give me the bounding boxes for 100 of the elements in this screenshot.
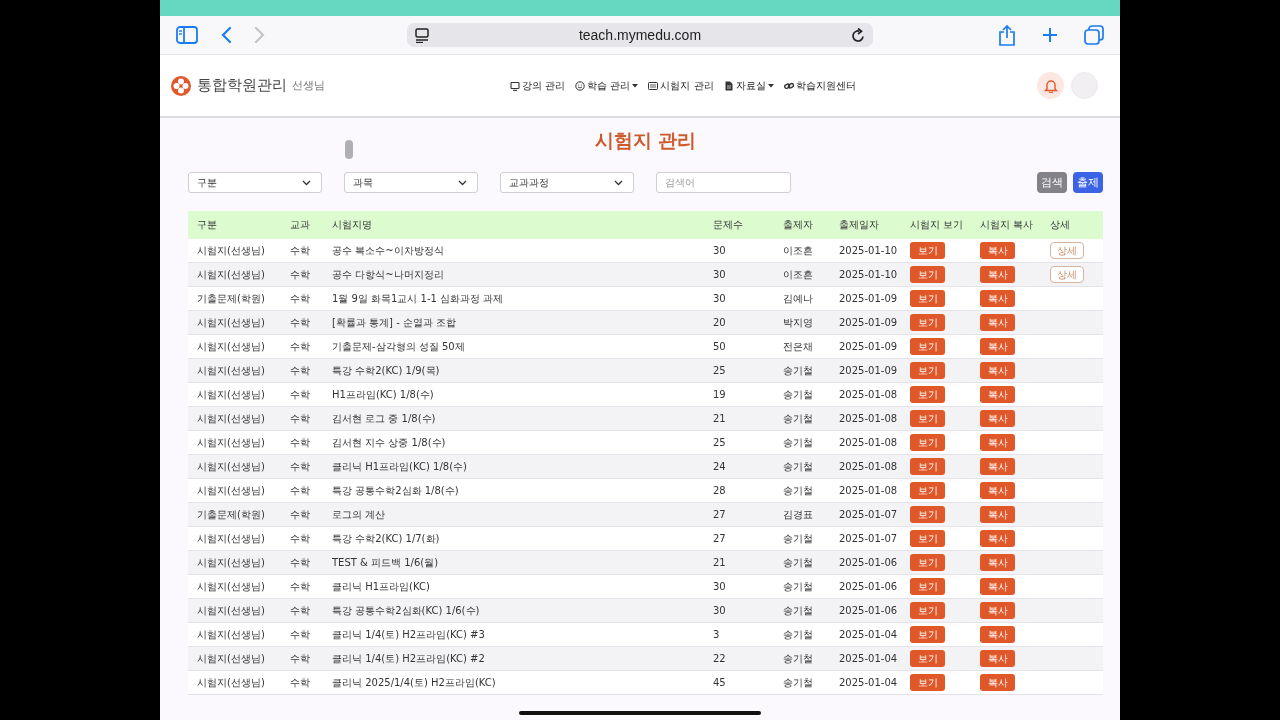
table-cell: 송기철 (783, 604, 813, 616)
view-button[interactable]: 보기 (910, 578, 945, 595)
notification-button[interactable] (1037, 72, 1064, 99)
column-header: 시험지 복사 (971, 211, 1041, 239)
plus-icon[interactable] (1042, 27, 1058, 43)
copy-button[interactable]: 복사 (980, 242, 1015, 259)
view-button[interactable]: 보기 (910, 530, 945, 547)
table-cell: 3 (713, 629, 720, 640)
table-cell: 20 (713, 317, 726, 328)
search-field[interactable]: 검색어 (656, 172, 791, 193)
table-cell: 수학 (290, 436, 310, 448)
reload-icon[interactable] (851, 27, 865, 43)
view-button[interactable]: 보기 (910, 602, 945, 619)
nav-menu-item[interactable]: 시험지 관리 (648, 78, 714, 93)
table-cell: 수학 (290, 484, 310, 496)
table-cell: 1월 9일 화목1교시 1-1 심화과정 과제 (332, 292, 504, 304)
nav-menu-item[interactable]: 학습지원센터 (783, 78, 856, 93)
copy-button[interactable]: 복사 (980, 386, 1015, 403)
view-button[interactable]: 보기 (910, 650, 945, 667)
copy-button[interactable]: 복사 (980, 482, 1015, 499)
column-header: 구분 (188, 211, 281, 239)
table-cell: 송기철 (783, 580, 813, 592)
reader-icon[interactable] (415, 27, 429, 43)
table-cell: 클리닉 H1프라임(KC) 1/8(수) (332, 460, 467, 472)
view-button[interactable]: 보기 (910, 506, 945, 523)
view-button[interactable]: 보기 (910, 674, 945, 691)
table-cell: 기출문제(학원) (197, 508, 265, 520)
table-cell: 21 (713, 557, 726, 568)
view-button[interactable]: 보기 (910, 626, 945, 643)
table-cell: 시험지(선생님) (197, 484, 265, 496)
table-cell: 특강 수학2(KC) 1/9(목) (332, 364, 440, 376)
copy-button[interactable]: 복사 (980, 338, 1015, 355)
dropdown-field[interactable]: 구분 (188, 172, 322, 193)
table-cell: 2025-01-08 (839, 437, 898, 448)
copy-button[interactable]: 복사 (980, 434, 1015, 451)
table-cell: 수학 (290, 388, 310, 400)
detail-button[interactable]: 상세 (1050, 266, 1084, 283)
copy-button[interactable]: 복사 (980, 266, 1015, 283)
share-icon[interactable] (998, 24, 1016, 46)
copy-button[interactable]: 복사 (980, 530, 1015, 547)
dropdown-field[interactable]: 과목 (344, 172, 478, 193)
detail-button[interactable]: 상세 (1050, 242, 1084, 259)
scroll-thumb[interactable] (345, 140, 353, 159)
view-button[interactable]: 보기 (910, 554, 945, 571)
copy-button[interactable]: 복사 (980, 506, 1015, 523)
table-cell: 수학 (290, 532, 310, 544)
table-cell: 수학 (290, 340, 310, 352)
table-cell: 김예나 (783, 292, 813, 304)
smile-icon (575, 80, 586, 91)
sidebar-icon[interactable] (176, 26, 198, 44)
copy-button[interactable]: 복사 (980, 362, 1015, 379)
copy-button[interactable]: 복사 (980, 314, 1015, 331)
column-header: 교과 (281, 211, 323, 239)
table-cell: 특강 수학2(KC) 1/7(화) (332, 532, 440, 544)
table-cell: 시험지(선생님) (197, 316, 265, 328)
table-cell: 송기철 (783, 436, 813, 448)
document-icon (723, 80, 734, 91)
view-button[interactable]: 보기 (910, 410, 945, 427)
view-button[interactable]: 보기 (910, 290, 945, 307)
view-button[interactable]: 보기 (910, 482, 945, 499)
site-logo-text[interactable]: 통합학원관리 (197, 76, 287, 95)
view-button[interactable]: 보기 (910, 386, 945, 403)
table-cell: 수학 (290, 364, 310, 376)
table-cell: 27 (713, 533, 726, 544)
view-button[interactable]: 보기 (910, 338, 945, 355)
table-cell: 2025-01-06 (839, 557, 898, 568)
view-button[interactable]: 보기 (910, 362, 945, 379)
table-cell: 기출문제-삼각형의 성질 50제 (332, 340, 465, 352)
table-cell: 수학 (290, 508, 310, 520)
view-button[interactable]: 보기 (910, 458, 945, 475)
back-icon[interactable] (220, 26, 232, 44)
table-cell: 2025-01-09 (839, 365, 898, 376)
address-bar[interactable]: teach.mymedu.com (407, 23, 873, 47)
copy-button[interactable]: 복사 (980, 410, 1015, 427)
table-cell: 송기철 (783, 412, 813, 424)
view-button[interactable]: 보기 (910, 266, 945, 283)
nav-menu-item[interactable]: 강의 관리 (510, 78, 566, 93)
view-button[interactable]: 보기 (910, 314, 945, 331)
table-cell: 2025-01-07 (839, 533, 898, 544)
search-button[interactable]: 검색 (1037, 172, 1067, 193)
view-button[interactable]: 보기 (910, 434, 945, 451)
view-button[interactable]: 보기 (910, 242, 945, 259)
create-button[interactable]: 출제 (1073, 172, 1103, 193)
nav-menu-item[interactable]: 학습 관리 (575, 78, 639, 93)
copy-button[interactable]: 복사 (980, 290, 1015, 307)
table-cell: 수학 (290, 676, 310, 688)
copy-button[interactable]: 복사 (980, 626, 1015, 643)
copy-button[interactable]: 복사 (980, 650, 1015, 667)
table-cell: 27 (713, 509, 726, 520)
dropdown-field[interactable]: 교과과정 (500, 172, 634, 193)
copy-button[interactable]: 복사 (980, 602, 1015, 619)
table-cell: 2025-01-08 (839, 485, 898, 496)
table-cell: 송기철 (783, 460, 813, 472)
copy-button[interactable]: 복사 (980, 674, 1015, 691)
table-cell: 2025-01-10 (839, 269, 898, 280)
nav-menu-item[interactable]: 자료실 (723, 78, 774, 93)
tabs-icon[interactable] (1084, 25, 1104, 45)
copy-button[interactable]: 복사 (980, 458, 1015, 475)
copy-button[interactable]: 복사 (980, 578, 1015, 595)
copy-button[interactable]: 복사 (980, 554, 1015, 571)
